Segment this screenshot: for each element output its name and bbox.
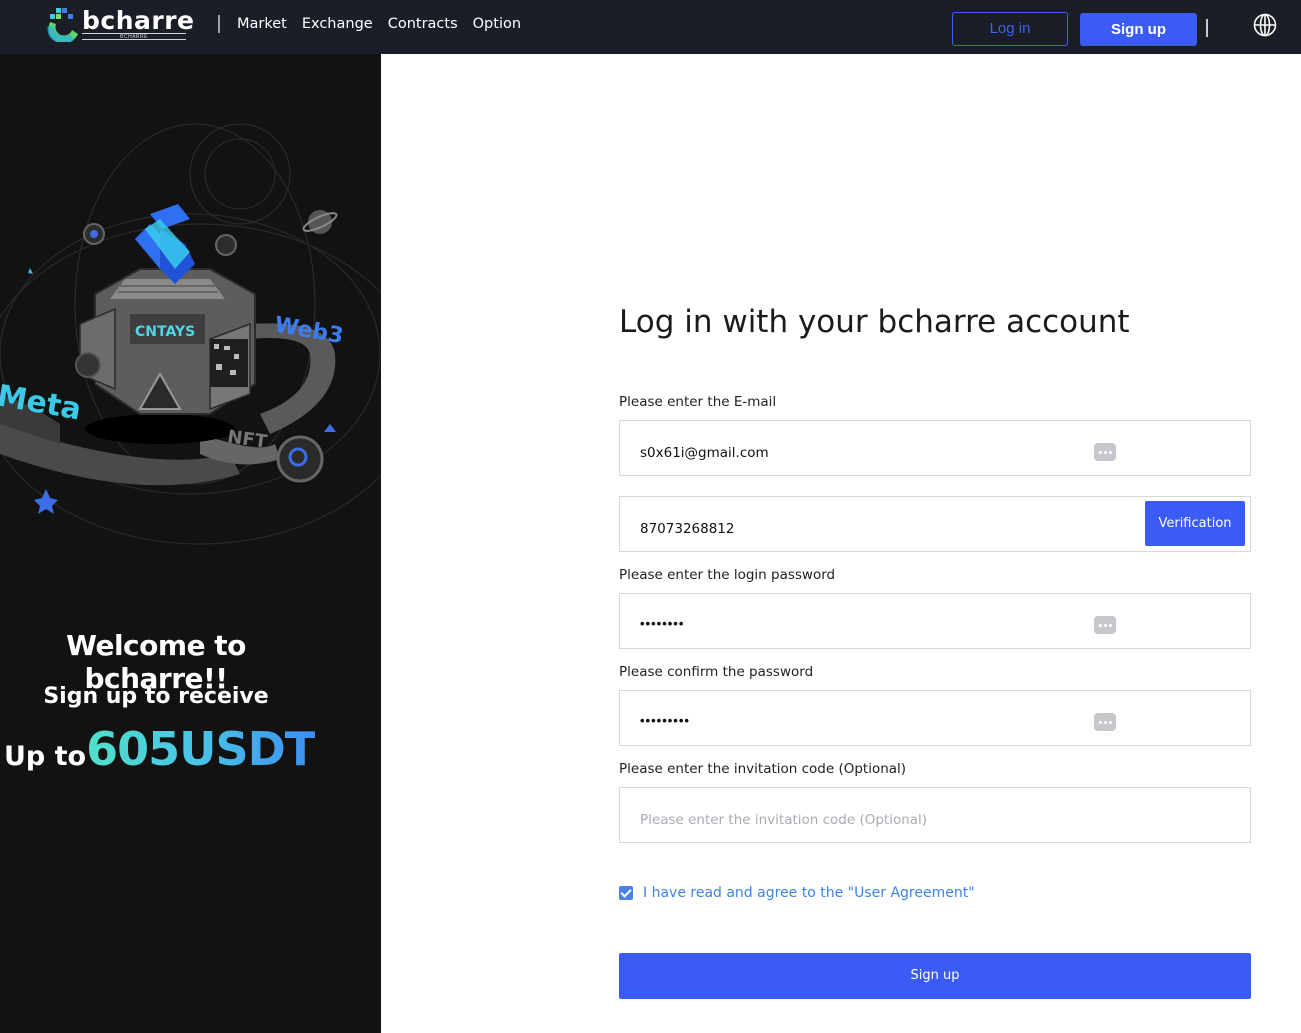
login-button[interactable]: Log in [952,12,1068,46]
autofill-icon[interactable] [1094,713,1116,731]
autofill-icon[interactable] [1094,443,1116,461]
bonus-amount: 605USDT [86,722,316,776]
password-label: Please enter the login password [619,567,836,583]
badge-brand: CNTAYS [135,324,195,340]
header-divider-right [1206,19,1208,37]
header-signup-button[interactable]: Sign up [1080,13,1197,46]
confirm-password-field[interactable]: ••••••••• [619,690,1251,746]
confirm-password-label: Please confirm the password [619,664,814,680]
logo[interactable]: bcharre BCHARRE [44,6,194,42]
verification-code-field[interactable]: 87073268812 Verification [619,496,1251,552]
globe-icon[interactable] [1253,13,1277,37]
user-agreement-link[interactable]: I have read and agree to the "User Agree… [643,885,975,901]
agreement-checkbox[interactable] [619,886,633,900]
email-value: s0x61i@gmail.com [640,445,769,461]
verification-button[interactable]: Verification [1145,501,1245,546]
password-value: •••••••• [640,616,685,631]
nav-exchange[interactable]: Exchange [302,16,373,32]
email-label: Please enter the E-mail [619,394,777,410]
promo-illustration: CNTAYS Web3 Meta NFT [0,123,381,545]
nav-contracts[interactable]: Contracts [388,16,458,32]
logo-icon [47,8,78,42]
password-field[interactable]: •••••••• [619,593,1251,649]
user-agreement-row[interactable]: I have read and agree to the "User Agree… [619,885,975,901]
logo-subtext: BCHARRE [82,33,186,40]
form-title: Log in with your bcharre account [619,304,1130,340]
bonus-line: Up to605USDT [4,722,316,776]
upto-label: Up to [4,741,87,772]
promo-panel: CNTAYS Web3 Meta NFT Welcome to bcharre!… [0,54,381,1033]
top-header: bcharre BCHARRE Market Exchange Contract… [0,0,1301,54]
nav-market[interactable]: Market [237,16,287,32]
invitation-code-label: Please enter the invitation code (Option… [619,761,907,777]
logo-text: bcharre [82,6,195,35]
submit-signup-button[interactable]: Sign up [619,953,1251,999]
email-field[interactable]: s0x61i@gmail.com [619,420,1251,476]
confirm-password-value: ••••••••• [640,713,690,728]
autofill-icon[interactable] [1094,616,1116,634]
verification-code-value: 87073268812 [640,521,735,537]
receive-subheading: Sign up to receive [43,684,269,709]
nav-option[interactable]: Option [473,16,521,32]
header-divider [218,15,220,33]
invitation-code-field[interactable]: Please enter the invitation code (Option… [619,787,1251,843]
invitation-code-placeholder: Please enter the invitation code (Option… [640,812,928,828]
main-nav: Market Exchange Contracts Option [237,16,536,32]
